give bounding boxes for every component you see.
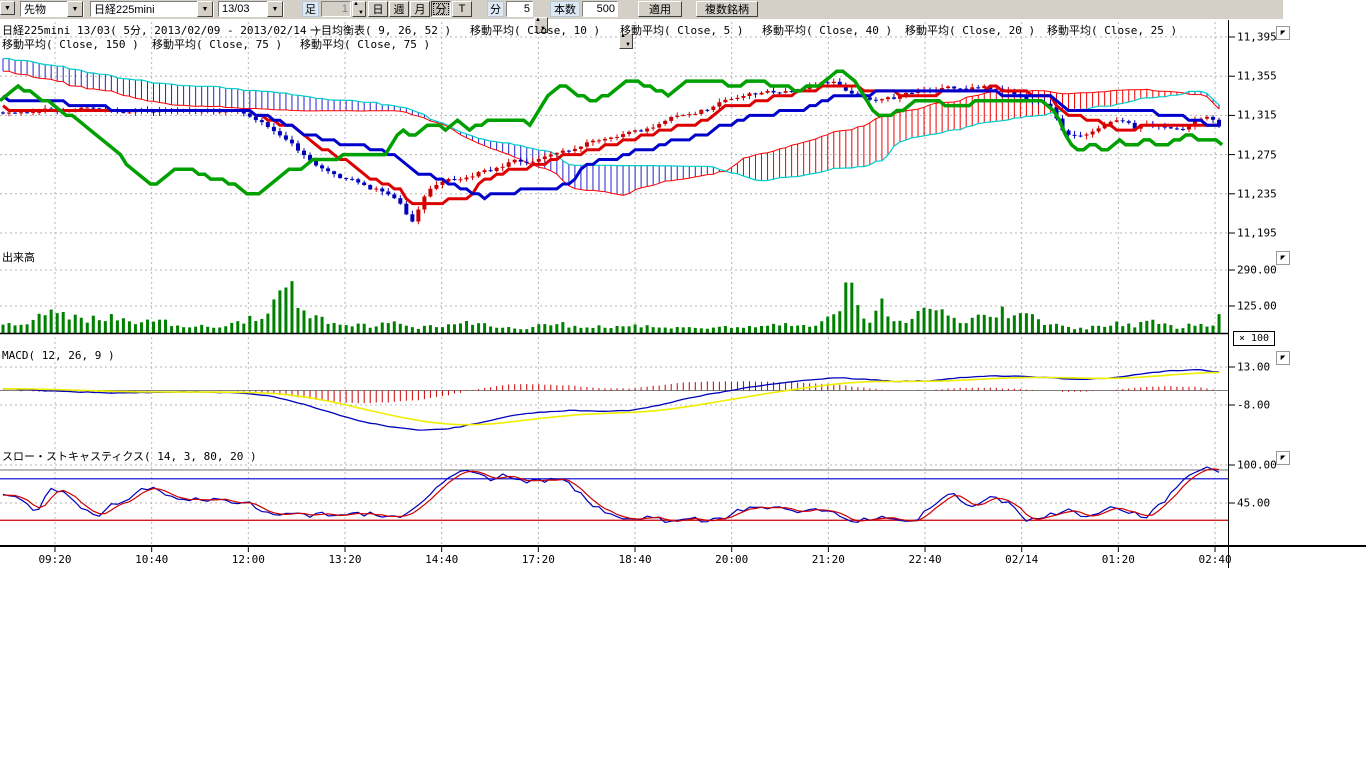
x-axis-label: 21:20 bbox=[812, 553, 845, 566]
stochastics-plot bbox=[0, 467, 1228, 523]
chart-application-window: ▼ 先物 ▼ 日経225mini ▼ 13/03 ▼ 足 1 ▲ ▼ 日週月分T… bbox=[0, 0, 1366, 768]
price-axis-label: 11,275 bbox=[1237, 149, 1277, 162]
macd-axis-label: 13.00 bbox=[1237, 361, 1270, 374]
macd-panel-title: MACD( 12, 26, 9 ) bbox=[2, 349, 115, 362]
legend-ma75b: 移動平均( Close, 75 ) bbox=[300, 36, 430, 52]
ichimoku-cloud bbox=[3, 59, 1219, 196]
macd-axis-label: -8.00 bbox=[1237, 399, 1270, 412]
stoch-axis-label: 45.00 bbox=[1237, 497, 1270, 510]
x-axis-label: 12:00 bbox=[232, 553, 265, 566]
volume-multiplier-badge: × 100 bbox=[1233, 331, 1275, 346]
legend-ma20: 移動平均( Close, 20 ) bbox=[905, 22, 1035, 38]
x-axis-label: 22:40 bbox=[908, 553, 941, 566]
x-axis-label: 18:40 bbox=[618, 553, 651, 566]
macd-plot bbox=[0, 370, 1228, 431]
legend-ma40: 移動平均( Close, 40 ) bbox=[762, 22, 892, 38]
legend-ma5: 移動平均( Close, 5 ) bbox=[620, 22, 743, 38]
stoch-panel-title: スロー・ストキャスティクス( 14, 3, 80, 20 ) bbox=[2, 448, 257, 464]
volume-axis-label: 290.00 bbox=[1237, 264, 1277, 277]
volume-bars bbox=[1, 281, 1220, 333]
volume-axis-label: 125.00 bbox=[1237, 300, 1277, 313]
x-axis-label: 09:20 bbox=[38, 553, 71, 566]
volume-panel-title: 出来高 bbox=[2, 249, 35, 265]
x-axis-label: 02/14 bbox=[1005, 553, 1038, 566]
x-axis-label: 01:20 bbox=[1102, 553, 1135, 566]
legend-ma150: 移動平均( Close, 150 ) bbox=[2, 36, 139, 52]
stoch-panel-expand-icon[interactable]: ◤ bbox=[1276, 451, 1290, 465]
price-axis-label: 11,195 bbox=[1237, 227, 1277, 240]
chart-plot-area[interactable] bbox=[0, 0, 1366, 768]
legend-ma25: 移動平均( Close, 25 ) bbox=[1047, 22, 1177, 38]
x-axis-label: 13:20 bbox=[328, 553, 361, 566]
stoch-axis-label: 100.00 bbox=[1237, 459, 1277, 472]
main-panel-expand-icon[interactable]: ◤ bbox=[1276, 26, 1290, 40]
price-axis-label: 11,355 bbox=[1237, 70, 1277, 83]
macd-panel-expand-icon[interactable]: ◤ bbox=[1276, 351, 1290, 365]
x-axis-label: 17:20 bbox=[522, 553, 555, 566]
x-axis-label: 02:40 bbox=[1198, 553, 1231, 566]
x-axis-label: 20:00 bbox=[715, 553, 748, 566]
legend-ma75a: 移動平均( Close, 75 ) bbox=[152, 36, 282, 52]
price-axis-label: 11,315 bbox=[1237, 109, 1277, 122]
legend-ma10: 移動平均( Close, 10 ) bbox=[470, 22, 600, 38]
x-axis-label: 10:40 bbox=[135, 553, 168, 566]
axes bbox=[0, 20, 1366, 568]
volume-panel-expand-icon[interactable]: ◤ bbox=[1276, 251, 1290, 265]
price-axis-label: 11,395 bbox=[1237, 31, 1277, 44]
x-axis-label: 14:40 bbox=[425, 553, 458, 566]
price-axis-label: 11,235 bbox=[1237, 188, 1277, 201]
